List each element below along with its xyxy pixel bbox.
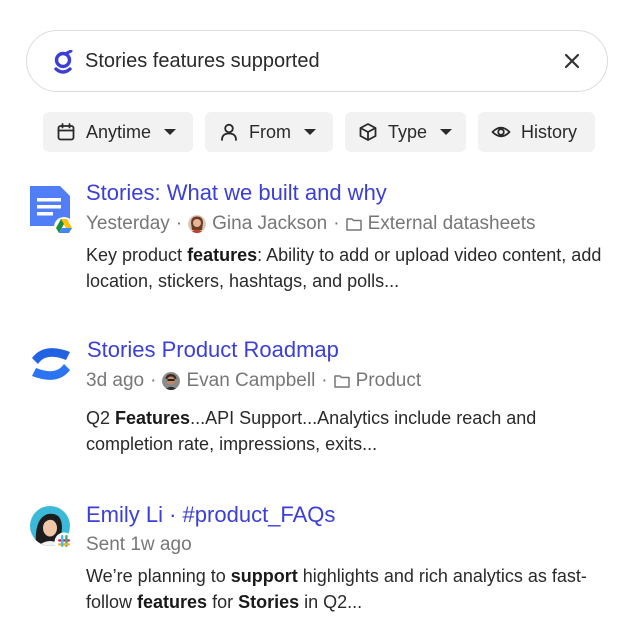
- result-meta: 3d ago · Evan Campbell · Product: [86, 370, 421, 392]
- filter-history[interactable]: History: [478, 112, 595, 152]
- filter-from[interactable]: From: [205, 112, 333, 152]
- snippet-text: Q2: [86, 408, 116, 428]
- separator: ·: [175, 213, 183, 234]
- result-folder[interactable]: Product: [356, 370, 421, 392]
- result-snippet: Key product features: Ability to add or …: [86, 242, 626, 294]
- snippet-highlight: features: [137, 592, 208, 612]
- result-title[interactable]: Emily Li · #product_FAQs: [86, 502, 335, 528]
- snippet-highlight: Features: [115, 408, 191, 428]
- result-time: 3d ago: [86, 370, 145, 391]
- person-icon: [221, 123, 237, 141]
- result-meta: Yesterday · Gina Jackson · External data…: [86, 213, 536, 235]
- folder-icon: [333, 375, 350, 388]
- caret-down-icon: [440, 129, 453, 135]
- snippet-text: Key product: [86, 245, 188, 265]
- result-author[interactable]: Evan Campbell: [186, 370, 315, 392]
- result-author[interactable]: Gina Jackson: [212, 213, 327, 235]
- calendar-icon: [57, 123, 75, 141]
- cube-icon: [359, 123, 377, 141]
- caret-down-icon: [164, 129, 177, 135]
- filter-label: From: [249, 121, 291, 142]
- separator: ·: [321, 370, 328, 391]
- result-title[interactable]: Stories Product Roadmap: [87, 337, 339, 363]
- folder-icon: [345, 218, 362, 231]
- snippet-text: in Q2...: [299, 592, 363, 612]
- filter-label: History: [521, 121, 578, 142]
- eye-icon: [491, 126, 511, 138]
- snippet-text: We’re planning to: [86, 566, 231, 586]
- snippet-highlight: support: [230, 566, 298, 586]
- result-snippet: Q2 Features...API Support...Analytics in…: [86, 405, 626, 457]
- result-folder[interactable]: External datasheets: [368, 213, 536, 235]
- avatar: [162, 372, 181, 390]
- result-time: Sent 1w ago: [86, 534, 192, 555]
- result-time: Yesterday: [86, 213, 170, 234]
- avatar: [188, 215, 207, 233]
- separator: ·: [333, 213, 340, 234]
- caret-down-icon: [304, 129, 316, 135]
- google-docs-icon: [30, 186, 74, 236]
- slack-icon: [30, 506, 74, 552]
- filter-label: Anytime: [86, 121, 152, 142]
- snippet-highlight: Stories: [238, 592, 300, 612]
- result-meta: Sent 1w ago: [86, 534, 192, 556]
- result-title[interactable]: Stories: What we built and why: [86, 180, 387, 206]
- result-snippet: We’re planning to support highlights and…: [86, 563, 626, 615]
- filter-label: Type: [388, 121, 428, 142]
- separator: ·: [150, 370, 157, 391]
- glean-logo-icon: [54, 50, 73, 74]
- filter-type[interactable]: Type: [345, 112, 466, 152]
- filter-anytime[interactable]: Anytime: [43, 112, 193, 152]
- search-input[interactable]: Stories features supported: [85, 50, 320, 73]
- close-icon[interactable]: [559, 48, 585, 74]
- snippet-highlight: features: [187, 245, 258, 265]
- search-bar[interactable]: Stories features supported: [26, 30, 608, 92]
- snippet-text: for: [207, 592, 239, 612]
- confluence-icon: [32, 348, 70, 380]
